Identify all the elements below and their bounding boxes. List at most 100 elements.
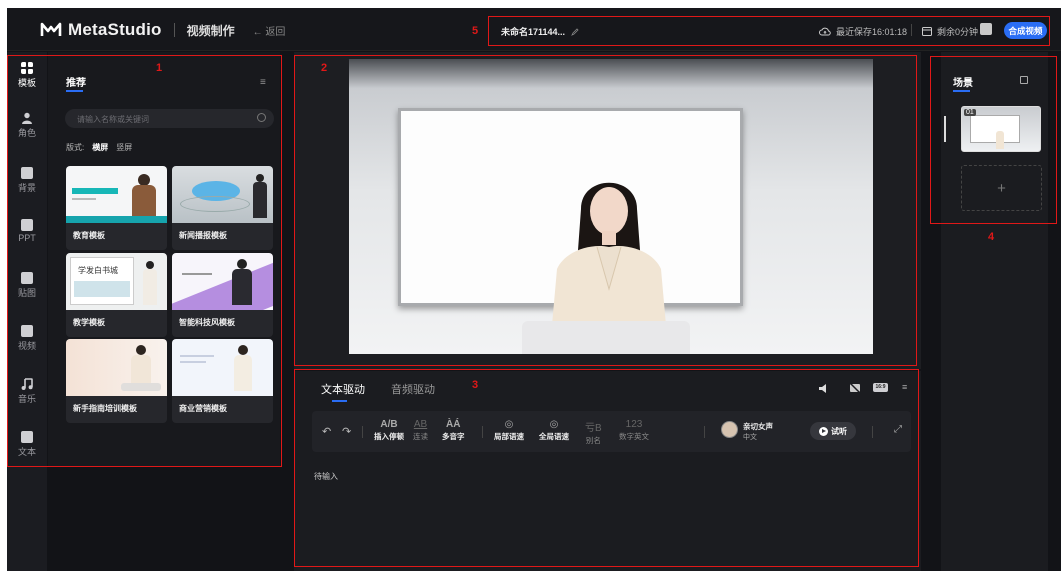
nav-label: 视频: [17, 341, 36, 351]
nav-label: 模板: [17, 78, 36, 88]
voice-language: 中文: [743, 434, 757, 441]
back-link[interactable]: ← 返回: [253, 23, 286, 38]
expand-icon[interactable]: ⤢: [894, 424, 902, 435]
tool-label: 数字英文: [619, 432, 649, 441]
nav-item-sticker[interactable]: 贴图: [7, 272, 47, 299]
search-placeholder: 请输入名称或关键词: [77, 115, 149, 124]
insert-pause-button[interactable]: A/B 插入停顿: [374, 419, 404, 442]
nav-item-background[interactable]: 背景: [7, 167, 47, 194]
tool-label: 别名: [585, 436, 601, 445]
template-card[interactable]: 学发白书城 教学模板: [66, 253, 167, 337]
logo: MetaStudio 视频制作 ← 返回: [40, 20, 285, 40]
toolbar-divider: [362, 426, 363, 438]
volume-icon[interactable]: [819, 384, 829, 393]
template-thumbnail: [172, 339, 273, 396]
annotation-label-2: 2: [321, 62, 328, 74]
polyphone-button[interactable]: ÀÁ 多音字: [442, 419, 465, 442]
template-card[interactable]: 新闻播报模板: [172, 166, 273, 250]
nav-item-music[interactable]: 音乐: [7, 378, 47, 405]
nav-item-character[interactable]: 角色: [7, 112, 47, 139]
undo-icon[interactable]: ↶: [322, 425, 331, 438]
scene-thumbnail[interactable]: 01: [961, 106, 1041, 152]
logo-text: MetaStudio: [68, 20, 162, 39]
polyphone-glyph-icon: ÀÁ: [446, 419, 461, 430]
template-name: 新闻播报模板: [179, 231, 227, 240]
voice-name[interactable]: 亲切女声: [743, 421, 773, 432]
toolbar-divider: [482, 426, 483, 438]
try-listen-button[interactable]: 试听: [810, 422, 856, 440]
nav-item-video[interactable]: 视频: [7, 325, 47, 352]
search-input[interactable]: 请输入名称或关键词: [65, 109, 274, 128]
nav-label: 贴图: [17, 288, 36, 298]
redo-icon[interactable]: ↷: [342, 425, 351, 438]
aspect-ratio-badge[interactable]: 16:9: [873, 383, 888, 392]
app-window: MetaStudio 视频制作 ← 返回 未命名171144... 最近保存16…: [7, 8, 1061, 571]
scene-panel: 场景 01 +: [941, 52, 1048, 571]
divider: [173, 23, 175, 37]
save-status: 最近保存16:01:18: [819, 25, 907, 38]
copy-icon[interactable]: [1020, 76, 1028, 84]
template-thumbnail: [172, 166, 273, 223]
script-text-area[interactable]: 待输入: [314, 471, 338, 482]
template-card[interactable]: 商业营销模板: [172, 339, 273, 423]
preview-canvas[interactable]: [349, 59, 873, 354]
nav-label: 背景: [17, 183, 36, 193]
nav-item-text[interactable]: 文本: [7, 431, 47, 458]
subtitle-off-icon[interactable]: [849, 382, 861, 394]
global-speed-button[interactable]: ◎ 全局语速: [539, 419, 569, 442]
liaison-button[interactable]: AB 连读: [413, 419, 428, 442]
menu-icon[interactable]: ≡: [902, 382, 907, 392]
pause-glyph-icon: A/B: [380, 419, 398, 430]
tab-recommended[interactable]: 推荐: [66, 74, 86, 89]
project-name[interactable]: 未命名171144...: [501, 25, 579, 38]
video-icon: [21, 325, 33, 337]
template-card[interactable]: 教育模板: [66, 166, 167, 250]
editor-toolbar: ↶ ↷ A/B 插入停顿 AB 连读 ÀÁ 多音字 ◎ 局部语速 ◎ 全局语速 亏B 别名 …: [312, 411, 911, 452]
film-icon: [922, 27, 932, 36]
collapse-menu-icon[interactable]: ≡: [260, 77, 266, 88]
template-card[interactable]: 新手指南培训模板: [66, 339, 167, 423]
save-status-text: 最近保存16:01:18: [836, 27, 908, 37]
project-name-text: 未命名171144...: [501, 27, 566, 37]
format-landscape[interactable]: 横屏: [92, 142, 108, 153]
music-icon: [21, 378, 33, 390]
template-card[interactable]: 智能科技风模板: [172, 253, 273, 337]
tool-label: 局部语速: [494, 432, 524, 441]
annotation-label-5: 5: [472, 25, 479, 37]
voice-avatar[interactable]: [721, 421, 738, 438]
alias-button[interactable]: 亏B 别名: [585, 419, 602, 446]
template-thumbnail: [172, 253, 273, 310]
header-divider: [911, 24, 912, 36]
background-icon: [21, 167, 33, 179]
add-scene-button[interactable]: +: [961, 165, 1042, 211]
edit-pencil-icon[interactable]: [571, 27, 579, 36]
info-icon[interactable]: [980, 23, 992, 35]
alias-glyph-icon: 亏B: [585, 423, 602, 434]
scene-number: 01: [964, 109, 976, 116]
number-glyph-icon: 123: [625, 419, 643, 430]
tab-scene[interactable]: 场景: [953, 74, 973, 89]
template-thumbnail: [66, 166, 167, 223]
nav-item-ppt[interactable]: PPT: [7, 219, 47, 243]
annotation-label-1: 1: [156, 62, 163, 74]
module-title: 视频制作: [186, 23, 235, 38]
try-listen-label: 试听: [831, 426, 847, 436]
annotation-label-3: 3: [472, 379, 479, 391]
search-icon[interactable]: [257, 113, 266, 122]
number-english-button[interactable]: 123 数字英文: [619, 419, 649, 442]
format-portrait[interactable]: 竖屏: [116, 142, 132, 153]
tool-label: 多音字: [442, 432, 465, 441]
metastudio-logo-icon: [40, 22, 62, 36]
ppt-icon: [21, 219, 33, 231]
generate-video-button[interactable]: 合成视频: [1004, 22, 1047, 39]
nav-item-template[interactable]: 模板: [7, 62, 47, 89]
tab-audio-driven[interactable]: 音频驱动: [391, 381, 435, 397]
template-icon: [21, 62, 33, 74]
speed-gauge-icon: ◎: [549, 419, 559, 430]
tab-text-driven[interactable]: 文本驱动: [321, 381, 365, 397]
left-nav: 模板 角色 背景 PPT 贴图 视频 音乐 文本: [7, 52, 47, 571]
text-icon: [21, 431, 33, 443]
scene-selection-marker: [944, 116, 946, 142]
sticker-icon: [21, 272, 33, 284]
local-speed-button[interactable]: ◎ 局部语速: [494, 419, 524, 442]
